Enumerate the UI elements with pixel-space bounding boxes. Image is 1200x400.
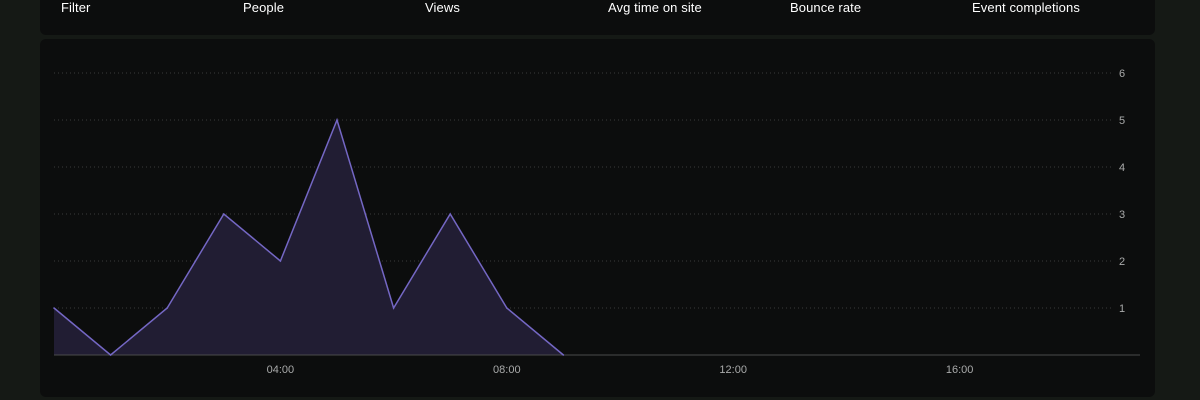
x-tick-label: 04:00: [267, 364, 295, 376]
series-area-fill: [54, 120, 564, 355]
data-point-06:00: [392, 307, 395, 309]
stat-views[interactable]: Views: [425, 0, 460, 15]
y-tick-label: 3: [1119, 209, 1125, 221]
data-point-02:00: [166, 307, 168, 309]
chart-card: 1 2 3 4 5 6 04:00 08:00 12:00 16:00: [40, 39, 1155, 397]
stat-event-completions[interactable]: Event completions: [972, 0, 1080, 15]
y-tick-label: 6: [1119, 68, 1125, 80]
visitors-area-chart: 1 2 3 4 5 6 04:00 08:00 12:00 16:00: [53, 68, 1140, 376]
x-tick-label: 08:00: [493, 364, 521, 376]
analytics-page: Filter People Views Avg time on site Bou…: [0, 0, 1200, 400]
y-tick-label: 2: [1119, 256, 1125, 268]
data-point-08:00: [506, 307, 508, 309]
data-point-03:00: [223, 213, 225, 215]
stat-people[interactable]: People: [243, 0, 284, 15]
y-tick-label: 5: [1119, 115, 1125, 127]
data-point-01:00: [109, 354, 112, 356]
x-tick-label: 16:00: [946, 364, 974, 376]
stats-header-bar: Filter People Views Avg time on site Bou…: [40, 0, 1155, 35]
x-tick-label: 12:00: [719, 364, 747, 376]
data-point-00:00: [53, 307, 55, 309]
stat-avg-time-on-site[interactable]: Avg time on site: [608, 0, 702, 15]
stat-bounce-rate[interactable]: Bounce rate: [790, 0, 861, 15]
data-point-05:00: [336, 119, 338, 121]
stat-filter[interactable]: Filter: [61, 0, 91, 15]
data-point-09:00: [562, 354, 565, 356]
y-tick-label: 4: [1119, 162, 1125, 174]
data-point-04:00: [279, 260, 282, 262]
data-point-07:00: [449, 213, 452, 215]
y-tick-label: 1: [1119, 303, 1125, 315]
